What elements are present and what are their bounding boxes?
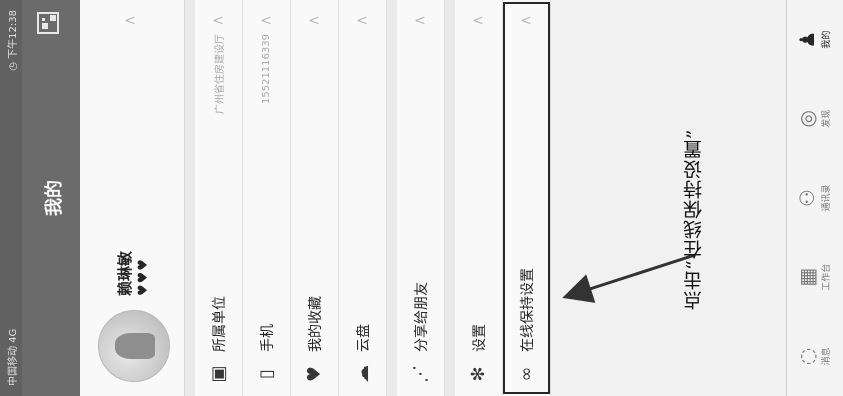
screenshot-stage: 中国移动 4G ◷ 下午12:38 我的 赖琳敏 ♥♥♥ > ▣ 所属单位 广州省住…: [0, 0, 843, 396]
annotation-text: 点击“在线保持设置”: [683, 128, 705, 310]
